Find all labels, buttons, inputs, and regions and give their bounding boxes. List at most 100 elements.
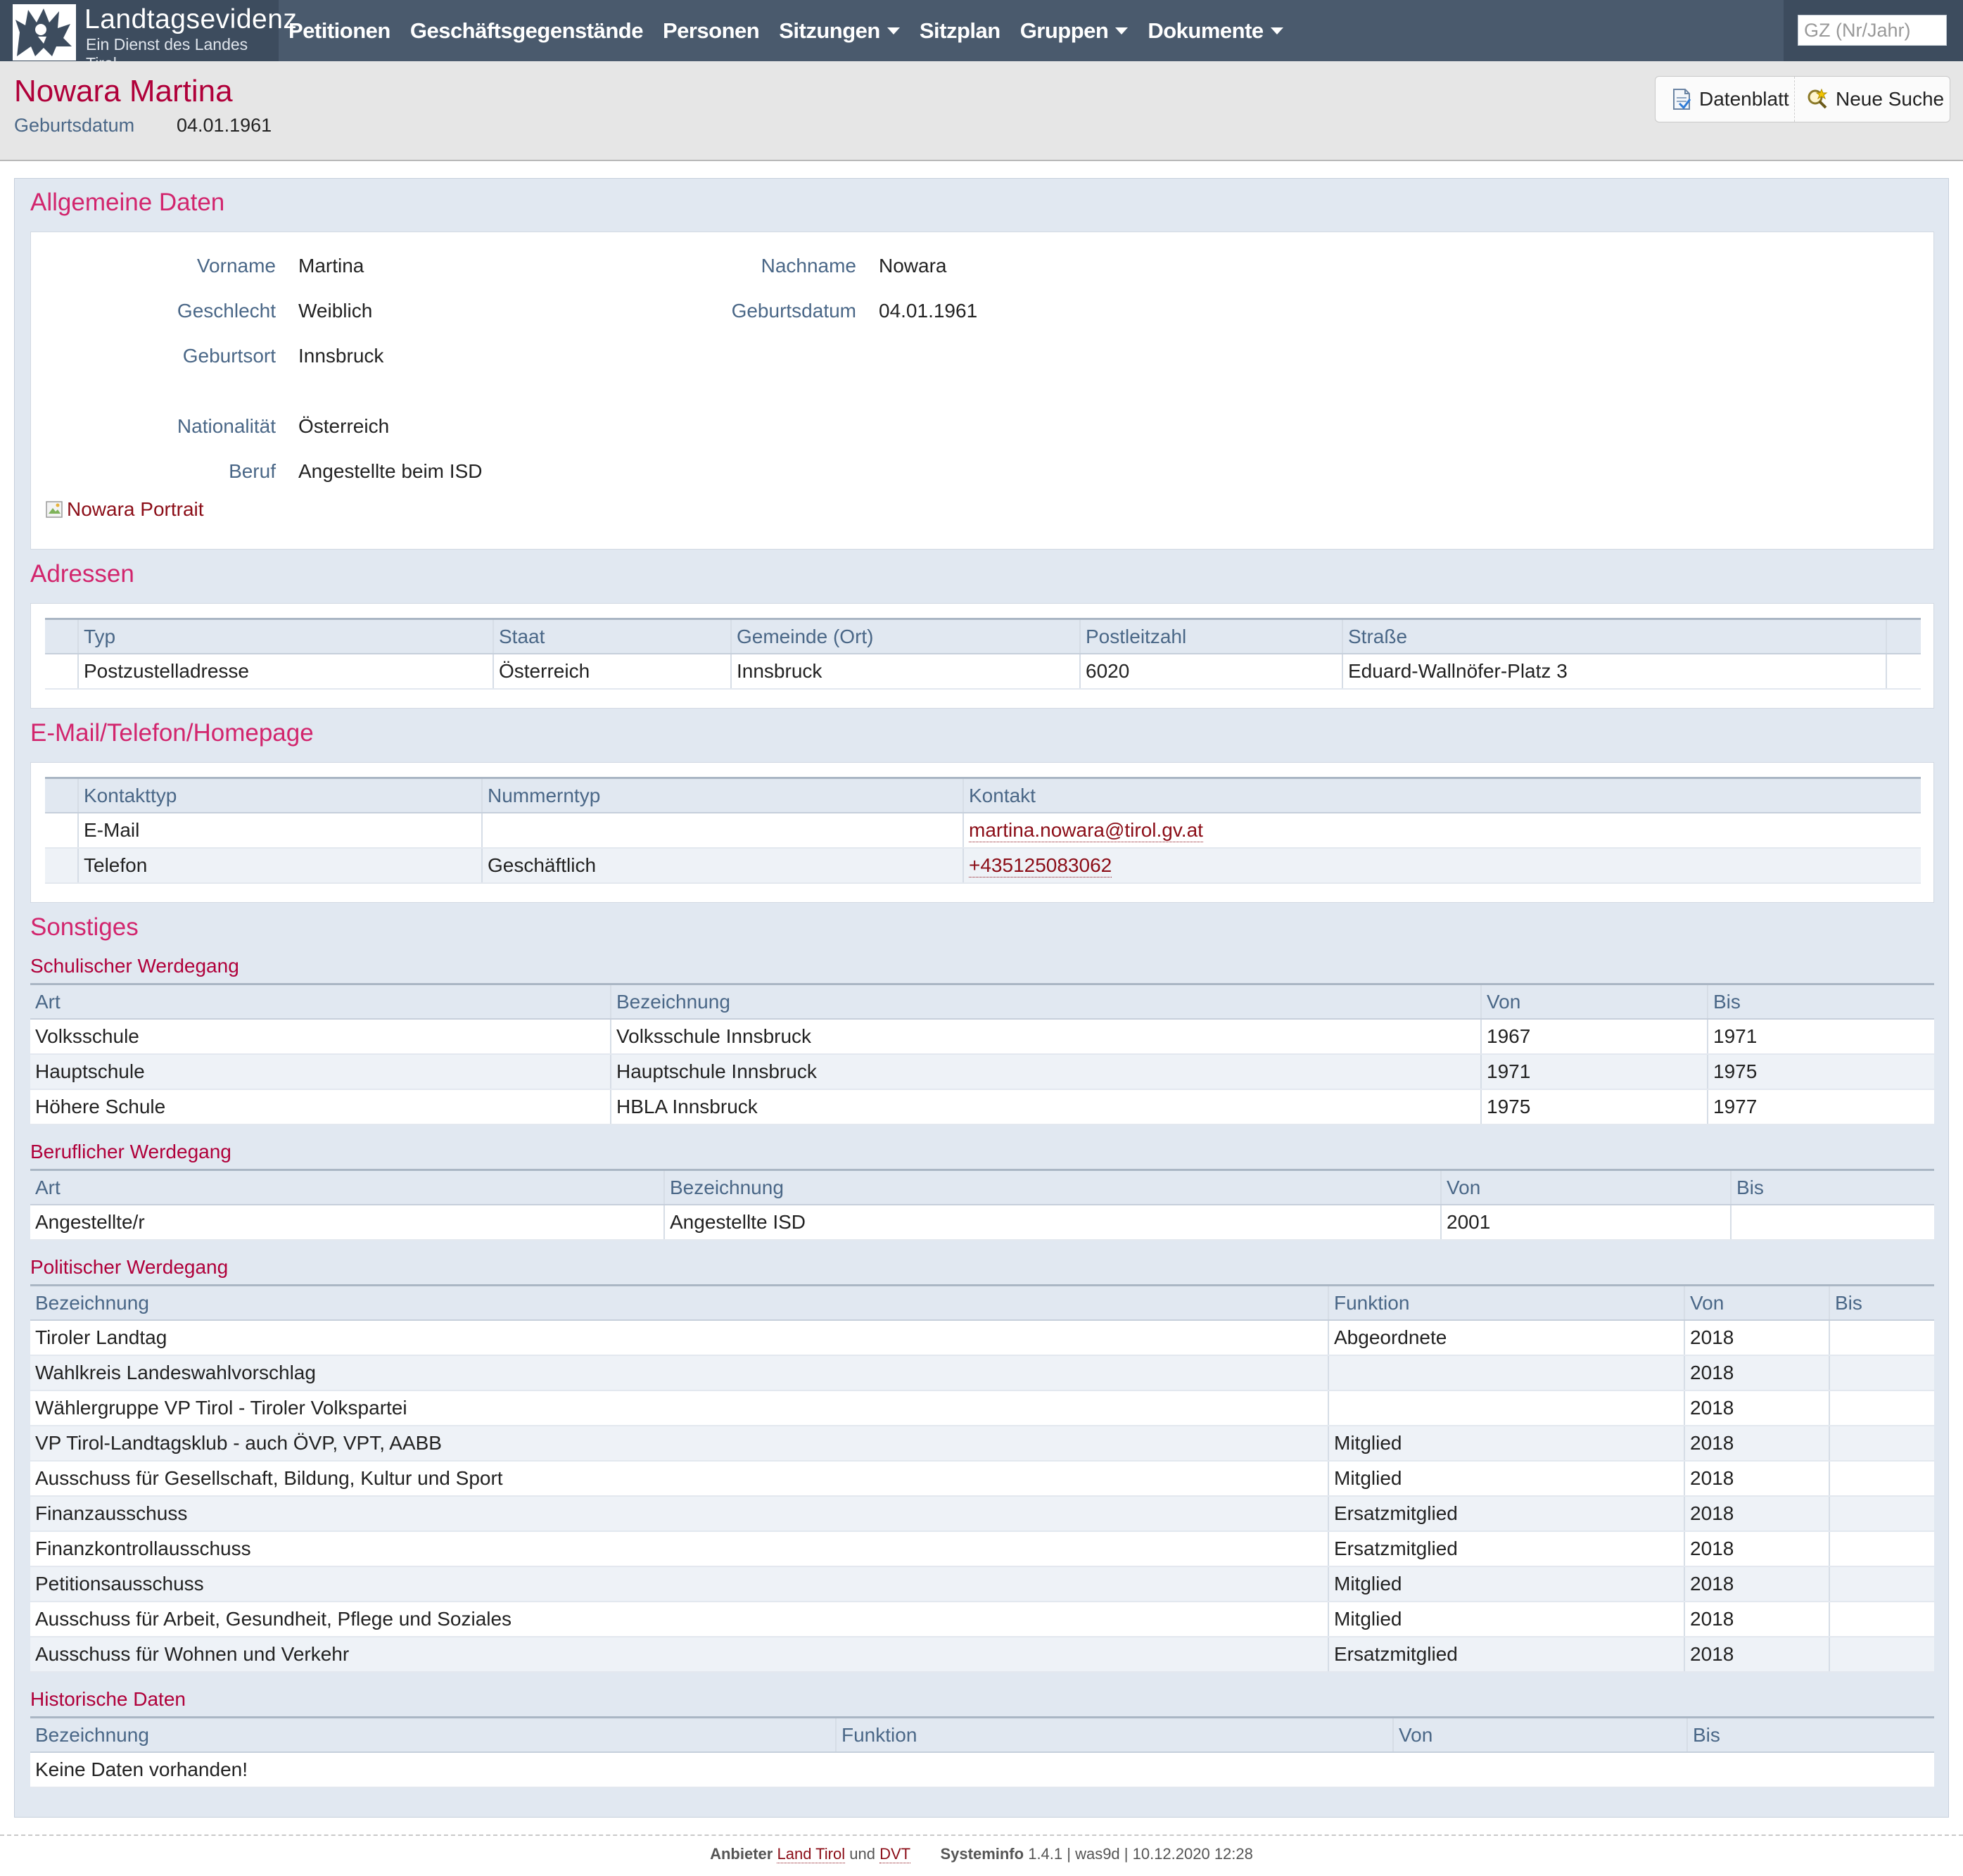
table-header-cell: Funktion <box>835 1718 1392 1751</box>
nav-item-gruppen[interactable]: Gruppen <box>1020 18 1129 44</box>
field-value-beruf: Angestellte beim ISD <box>298 460 483 482</box>
table-header-row: Kontakttyp Nummerntyp Kontakt <box>45 777 1921 813</box>
table-header-cell: Von <box>1480 985 1707 1018</box>
table-cell <box>481 813 963 847</box>
table-header-cell: Art <box>35 990 61 1013</box>
subsection-title-historisch: Historische Daten <box>30 1688 186 1710</box>
table-cell <box>1829 1391 1934 1425</box>
table-cell: Ersatzmitglied <box>1328 1637 1684 1671</box>
gz-search-input[interactable] <box>1798 15 1947 46</box>
nav-item-personen[interactable]: Personen <box>662 18 760 44</box>
nav-label: Personen <box>662 18 760 43</box>
table-row: Volksschule Volksschule Innsbruck 1967 1… <box>30 1020 1934 1055</box>
table-cell: 2018 <box>1684 1532 1829 1566</box>
table-cell: Hauptschule Innsbruck <box>610 1055 1480 1089</box>
table-cell: 2018 <box>1684 1391 1829 1425</box>
nav-item-sitzplan[interactable]: Sitzplan <box>920 18 1000 44</box>
table-header-row: Bezeichnung Funktion Von Bis <box>30 1716 1934 1753</box>
brand[interactable]: Landtagsevidenz Ein Dienst des Landes Ti… <box>0 0 297 72</box>
table-cell: Ersatzmitglied <box>1328 1497 1684 1530</box>
table-row: Finanzkontrollausschuss Ersatzmitglied 2… <box>30 1532 1934 1567</box>
table-header-cell: Bezeichnung <box>663 1171 1440 1204</box>
broken-image-icon <box>46 501 63 518</box>
table-row: Wählergruppe VP Tirol - Tiroler Volkspar… <box>30 1391 1934 1426</box>
field-label-nationalitaet: Nationalität <box>177 415 276 437</box>
table-cell: Geschäftlich <box>481 849 963 882</box>
table-row: Telefon Geschäftlich +435125083062 <box>45 849 1921 884</box>
nav-item-sitzungen[interactable]: Sitzungen <box>779 18 900 44</box>
table-cell <box>1829 1321 1934 1355</box>
table-cell: Postzustelladresse <box>77 654 493 688</box>
table-cell: E-Mail <box>77 813 481 847</box>
table-cell: Ausschuss für Wohnen und Verkehr <box>35 1643 350 1665</box>
table-row: Keine Daten vorhanden! <box>30 1753 1934 1788</box>
table-header-spacer <box>45 779 77 812</box>
table-cell: 1971 <box>1707 1020 1934 1053</box>
field-label-geburtsdatum: Geburtsdatum <box>731 300 856 322</box>
table-cell-spacer <box>45 654 77 688</box>
phone-link[interactable]: +435125083062 <box>969 854 1112 877</box>
table-cell: Höhere Schule <box>35 1096 166 1117</box>
footer-systeminfo: 1.4.1 | was9d | 10.12.2020 12:28 <box>1028 1845 1253 1863</box>
table-cell <box>1829 1602 1934 1636</box>
table-row: Finanzausschuss Ersatzmitglied 2018 <box>30 1497 1934 1532</box>
table-cell: 2018 <box>1684 1637 1829 1671</box>
chevron-down-icon <box>887 27 900 34</box>
footer-link-land-tirol[interactable]: Land Tirol <box>777 1845 846 1863</box>
table-cell: Petitionsausschuss <box>35 1573 204 1595</box>
table-header-row: Typ Staat Gemeinde (Ort) Postleitzahl St… <box>45 618 1921 654</box>
nav-item-geschaeftsgegenstaende[interactable]: Geschäftsgegenstände <box>410 18 644 44</box>
table-cell: 6020 <box>1079 654 1342 688</box>
table-cell: 1967 <box>1480 1020 1707 1053</box>
footer: Anbieter Land Tirol und DVT Systeminfo 1… <box>0 1845 1963 1863</box>
brand-title: Landtagsevidenz <box>84 4 298 34</box>
neue-suche-label: Neue Suche <box>1836 88 1945 110</box>
nav-item-dokumente[interactable]: Dokumente <box>1148 18 1283 44</box>
table-cell <box>1829 1637 1934 1671</box>
neue-suche-button[interactable]: Neue Suche <box>1795 77 1948 122</box>
table-cell: Finanzausschuss <box>35 1502 188 1524</box>
table-cell: Volksschule Innsbruck <box>610 1020 1480 1053</box>
table-cell <box>1829 1462 1934 1495</box>
table-cell: Ersatzmitglied <box>1328 1532 1684 1566</box>
table-header-cell: Bis <box>1707 985 1934 1018</box>
header-birth-label: Geburtsdatum <box>14 115 135 136</box>
table-header-cell: Bezeichnung <box>610 985 1480 1018</box>
table-cell: Abgeordnete <box>1328 1321 1684 1355</box>
table-cell: Angestellte/r <box>35 1211 145 1233</box>
subsection-title-politisch: Politischer Werdegang <box>30 1256 229 1278</box>
table-cell-spacer <box>45 849 77 882</box>
nav-label: Sitzplan <box>919 18 1000 43</box>
table-cell: Ausschuss für Gesellschaft, Bildung, Kul… <box>35 1467 503 1489</box>
table-row: Petitionsausschuss Mitglied 2018 <box>30 1567 1934 1602</box>
table-cell <box>1829 1426 1934 1460</box>
table-header-cell: Funktion <box>1328 1286 1684 1319</box>
nav-item-petitionen[interactable]: Petitionen <box>288 18 390 44</box>
email-link[interactable]: martina.nowara@tirol.gv.at <box>969 819 1203 842</box>
table-header-spacer <box>45 620 77 653</box>
empty-message: Keine Daten vorhanden! <box>35 1758 248 1780</box>
chevron-down-icon <box>1115 27 1129 34</box>
table-cell <box>1730 1205 1934 1239</box>
table-cell: 2018 <box>1684 1426 1829 1460</box>
section-title-adressen: Adressen <box>30 560 134 588</box>
main-content: Allgemeine Daten Vorname Martina Nachnam… <box>14 178 1949 1818</box>
field-label-beruf: Beruf <box>229 460 276 482</box>
kontakt-panel: Kontakttyp Nummerntyp Kontakt E-Mail mar… <box>30 762 1934 903</box>
table-cell: Mitglied <box>1328 1602 1684 1636</box>
datenblatt-button[interactable]: Datenblatt <box>1656 77 1795 122</box>
field-label-geburtsort: Geburtsort <box>182 345 276 367</box>
table-header-cell: Bezeichnung <box>35 1291 149 1314</box>
table-header-cell: Von <box>1440 1171 1730 1204</box>
table-header-cell: Postleitzahl <box>1079 620 1342 653</box>
allgemeine-daten-panel: Vorname Martina Nachname Nowara Geschlec… <box>30 232 1934 550</box>
footer-link-dvt[interactable]: DVT <box>879 1845 910 1863</box>
table-cell: Mitglied <box>1328 1426 1684 1460</box>
table-row: Ausschuss für Gesellschaft, Bildung, Kul… <box>30 1462 1934 1497</box>
table-row: VP Tirol-Landtagsklub - auch ÖVP, VPT, A… <box>30 1426 1934 1462</box>
table-header-cell: Typ <box>77 620 493 653</box>
table-cell: Angestellte ISD <box>663 1205 1440 1239</box>
nav-label: Gruppen <box>1019 18 1109 43</box>
table-cell: Wahlkreis Landeswahlvorschlag <box>35 1362 316 1383</box>
table-row: Höhere Schule HBLA Innsbruck 1975 1977 <box>30 1090 1934 1125</box>
